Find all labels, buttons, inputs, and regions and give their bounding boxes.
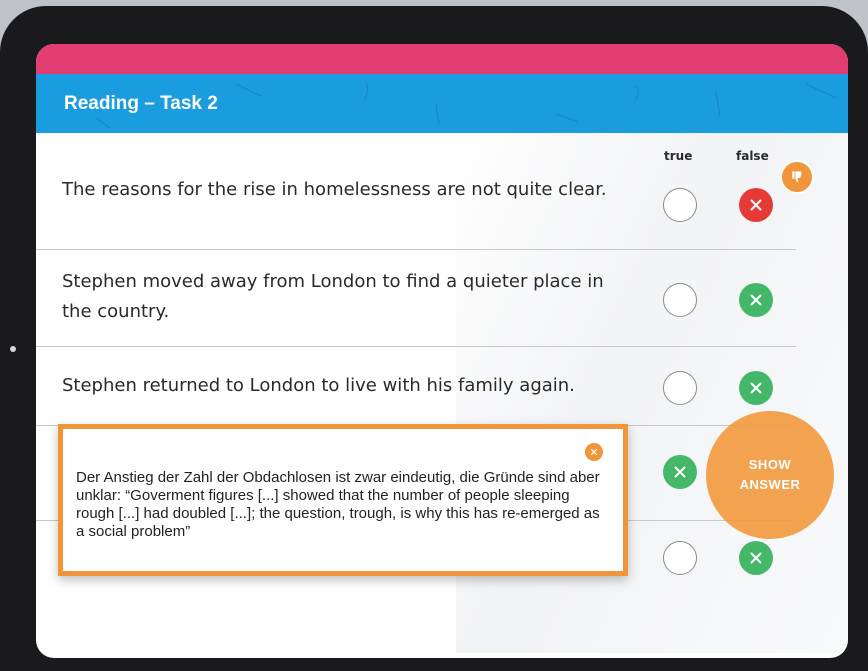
radio-true-correct[interactable] <box>663 455 697 489</box>
radio-false-incorrect[interactable] <box>739 188 773 222</box>
app-screen: Reading – Task 2 true false The reasons … <box>36 44 848 658</box>
x-icon <box>674 466 686 478</box>
tablet-sensor <box>10 346 16 352</box>
show-answer-label-line2: ANSWER <box>739 477 801 492</box>
statement-row-1: The reasons for the rise in homelessness… <box>36 133 796 250</box>
x-icon <box>750 552 762 564</box>
radio-true[interactable] <box>663 283 697 317</box>
explanation-text: Der Anstieg der Zahl der Obdachlosen ist… <box>76 469 600 540</box>
close-icon[interactable] <box>585 443 603 461</box>
explanation-popup: Der Anstieg der Zahl der Obdachlosen ist… <box>58 424 628 576</box>
statement-text: Stephen moved away from London to find a… <box>62 271 604 322</box>
radio-true[interactable] <box>663 371 697 405</box>
statement-row-2: Stephen moved away from London to find a… <box>36 250 796 347</box>
radio-false-correct[interactable] <box>739 371 773 405</box>
x-icon <box>750 199 762 211</box>
x-icon <box>750 382 762 394</box>
statement-row-3: Stephen returned to London to live with … <box>36 347 796 426</box>
show-answer-button[interactable]: SHOW ANSWER <box>706 411 834 539</box>
page-title: Reading – Task 2 <box>64 93 218 114</box>
radio-true[interactable] <box>663 188 697 222</box>
tablet-frame: Reading – Task 2 true false The reasons … <box>0 6 868 671</box>
header-accent-strip <box>36 44 848 74</box>
statement-text: Stephen returned to London to live with … <box>62 375 575 396</box>
radio-true[interactable] <box>663 541 697 575</box>
statement-text: The reasons for the rise in homelessness… <box>62 179 607 200</box>
radio-false-correct[interactable] <box>739 541 773 575</box>
show-answer-label-line1: SHOW <box>748 457 792 472</box>
header-bar: Reading – Task 2 <box>36 74 848 133</box>
x-icon <box>750 294 762 306</box>
radio-false-correct[interactable] <box>739 283 773 317</box>
close-glyph <box>590 448 598 456</box>
